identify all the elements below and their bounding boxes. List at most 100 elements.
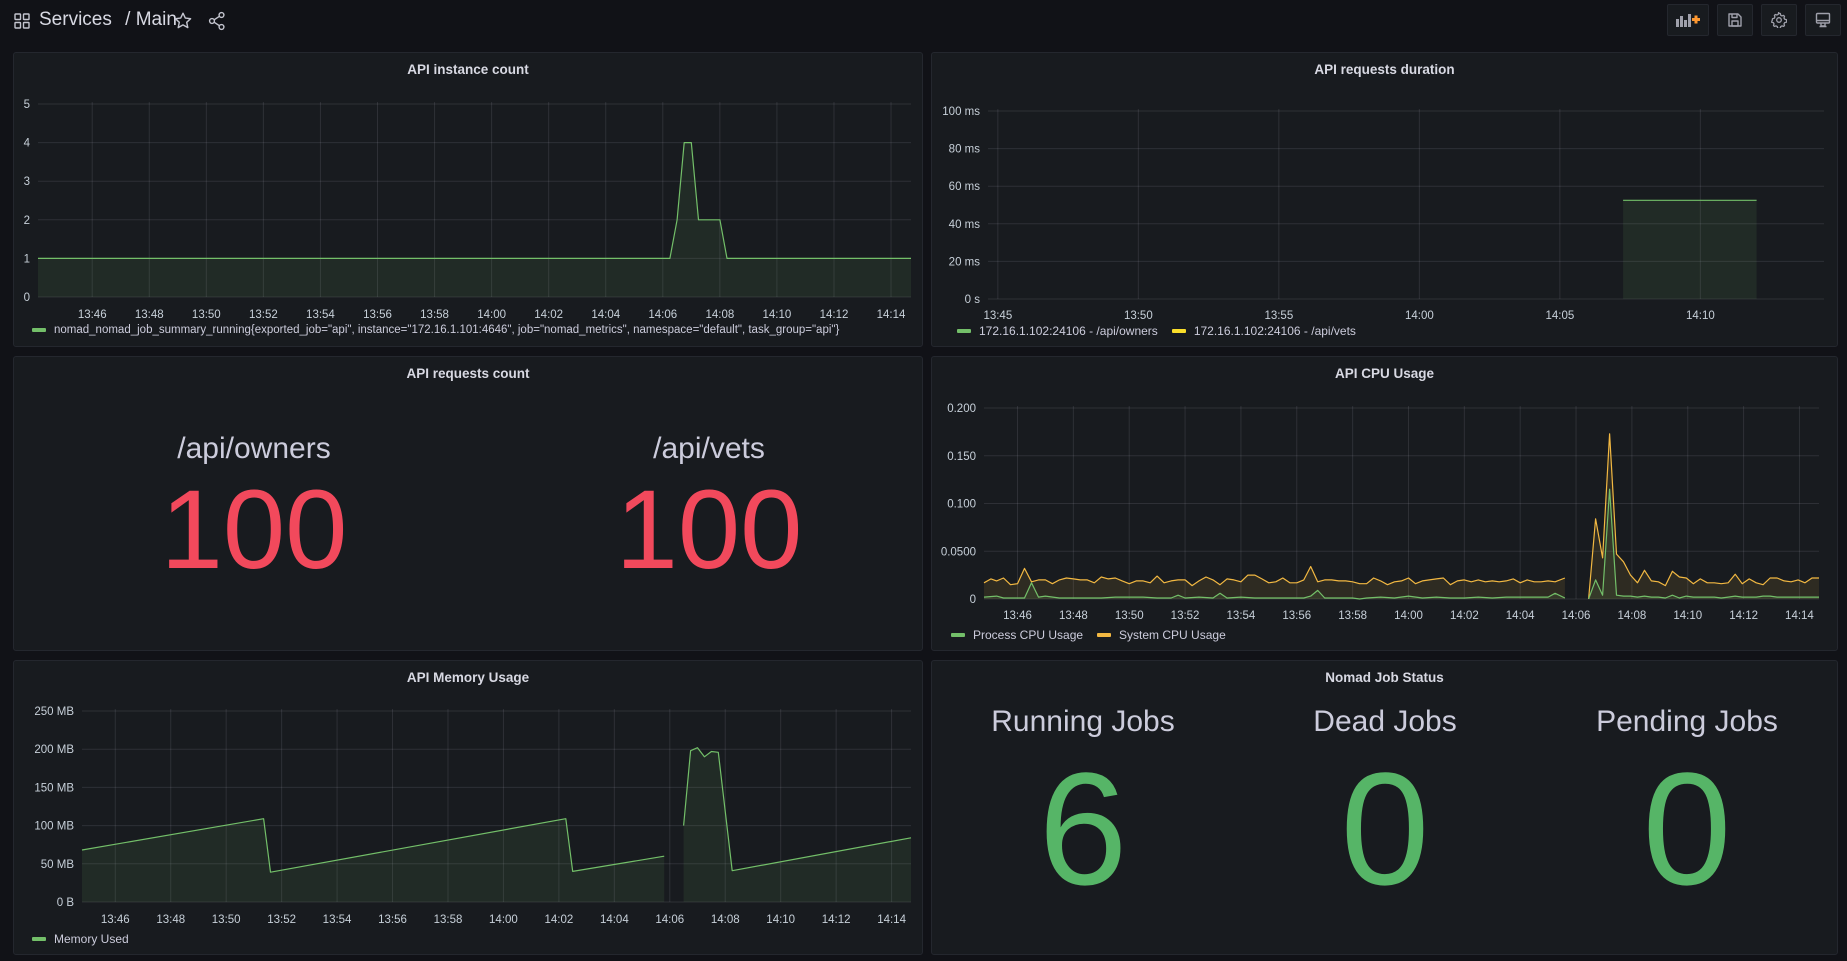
x-tick-label: 13:46 [78,309,107,321]
x-tick-label: 13:54 [1227,610,1256,622]
legend-item[interactable]: nomad_nomad_job_summary_running{exported… [32,324,839,336]
legend-item[interactable]: System CPU Usage [1097,628,1226,642]
chart-api-instance-count: 0 1 2 3 4 5 13:46 13:48 13:50 13:52 13:54 13:56 13:5… [24,99,911,321]
x-tick-label: 13:48 [156,914,185,926]
y-tick-label: 60 ms [949,181,981,193]
x-tick-label: 14:14 [877,914,906,926]
y-tick-label: 80 ms [949,144,981,156]
panel-api-instance-count: API instance count 0 1 2 3 4 5 13:46 13:48 13:50… [13,52,923,347]
x-tick-label: 14:04 [600,914,629,926]
legend-item[interactable]: Process CPU Usage [951,628,1083,642]
legend-item[interactable]: 172.16.1.102:24106 - /api/vets [1171,324,1356,338]
monitor-icon [1815,12,1831,28]
x-tick-label: 13:58 [1338,610,1367,622]
x-tick-label: 13:56 [378,914,407,926]
legend-item[interactable]: Memory Used [32,932,129,946]
breadcrumb-separator: / [125,9,131,30]
x-tick-label: 14:06 [1562,610,1591,622]
gear-icon [1771,12,1787,28]
x-tick-label: 14:04 [1506,610,1535,622]
breadcrumb-folder[interactable]: Services [39,9,112,30]
x-tick-label: 13:54 [323,914,352,926]
panel-title[interactable]: API requests count [14,366,922,381]
legend-item[interactable]: 172.16.1.102:24106 - /api/owners [957,324,1158,338]
y-tick-label: 1 [24,253,30,265]
y-tick-label: 4 [24,138,31,150]
panel-api-memory-usage: API Memory Usage 0 B 50 MB 100 MB 150 MB 200… [13,660,923,955]
star-icon[interactable] [173,11,193,31]
view-mode-button[interactable] [1805,4,1841,36]
x-tick-label: 14:05 [1545,310,1574,322]
x-tick-label: 13:48 [1059,610,1088,622]
legend-label: nomad_nomad_job_summary_running{exported… [54,324,840,336]
stat-value: 0 [1340,739,1430,918]
x-tick-label: 14:14 [1785,610,1814,622]
x-tick-label: 13:58 [434,914,463,926]
y-tick-label: 0 s [965,294,981,306]
panel-api-requests-duration: API requests duration 0 s 20 ms 40 ms 60 ms… [931,52,1838,347]
series-area [82,818,665,902]
y-tick-label: 0.100 [947,499,976,511]
dashboard-settings-button[interactable] [1761,4,1797,36]
share-icon[interactable] [208,11,226,31]
legend-label: 172.16.1.102:24106 - /api/vets [1193,324,1356,338]
chart-api-cpu-usage: 0 0.0500 0.100 0.150 0.200 13:46 13:48 13:50 13:… [941,403,1819,622]
panel-api-cpu-usage: API CPU Usage 0 0.0500 0.100 0.150 0.200 13:4… [931,356,1838,651]
stat-pending-jobs: Pending Jobs 0 [1536,705,1838,909]
x-tick-label: 14:10 [763,309,792,321]
legend-swatch [957,329,971,333]
legend-label: System CPU Usage [1119,628,1226,642]
legend-label: 172.16.1.102:24106 - /api/owners [979,324,1158,338]
x-tick-label: 14:06 [648,309,677,321]
chart-api-requests-duration: 0 s 20 ms 40 ms 60 ms 80 ms 100 ms 13:45 13:50 1… [942,106,1824,322]
series-area [1588,433,1819,599]
x-tick-label: 13:48 [135,309,164,321]
stat-value: 100 [615,467,803,592]
y-tick-label: 150 MB [34,782,74,794]
legend-swatch [32,328,46,332]
x-tick-label: 14:06 [655,914,684,926]
y-tick-label: 0.0500 [941,546,976,558]
x-tick-label: 14:00 [477,309,506,321]
apps-grid-icon[interactable] [14,13,30,29]
stat-value: 100 [160,467,348,592]
series-area [683,747,911,902]
series-line [38,142,911,259]
x-tick-label: 13:52 [1171,610,1200,622]
series-area [984,566,1565,599]
x-tick-label: 14:10 [1686,310,1715,322]
chart-legend: nomad_nomad_job_summary_running{exported… [32,324,853,336]
add-panel-icon [1675,12,1701,28]
stat-label: /api/owners [177,432,331,465]
legend-swatch [1171,329,1186,333]
x-tick-label: 13:50 [212,914,241,926]
add-panel-button[interactable] [1667,4,1709,36]
legend-label: Memory Used [54,932,129,946]
x-tick-label: 13:50 [192,309,221,321]
x-tick-label: 13:56 [1282,610,1311,622]
y-tick-label: 200 MB [34,744,74,756]
y-tick-label: 0 [970,594,976,606]
save-dashboard-button[interactable] [1717,4,1753,36]
y-tick-label: 20 ms [949,256,981,268]
dashboard-title[interactable]: Main [136,9,177,30]
y-tick-label: 0 [24,292,30,304]
panel-title[interactable]: Nomad Job Status [932,670,1837,685]
stat-dead-jobs: Dead Jobs 0 [1234,705,1536,909]
x-tick-label: 14:02 [1450,610,1479,622]
x-tick-label: 14:12 [822,914,851,926]
stat-label: Pending Jobs [1596,705,1778,738]
save-icon [1727,12,1743,28]
chart-legend: 172.16.1.102:24106 - /api/owners 172.16.… [957,324,1370,338]
legend-swatch [951,633,965,637]
chart-legend: Memory Used [32,932,143,946]
y-tick-label: 100 ms [942,106,980,118]
series-area [1623,200,1757,299]
stat-running-jobs: Running Jobs 6 [932,705,1234,909]
x-tick-label: 14:04 [591,309,620,321]
x-tick-label: 13:50 [1115,610,1144,622]
panel-nomad-job-status: Nomad Job Status Running Jobs 6 Dead Job… [931,660,1838,955]
x-tick-label: 14:10 [766,914,795,926]
x-tick-label: 13:46 [101,914,130,926]
y-tick-label: 50 MB [41,859,75,871]
